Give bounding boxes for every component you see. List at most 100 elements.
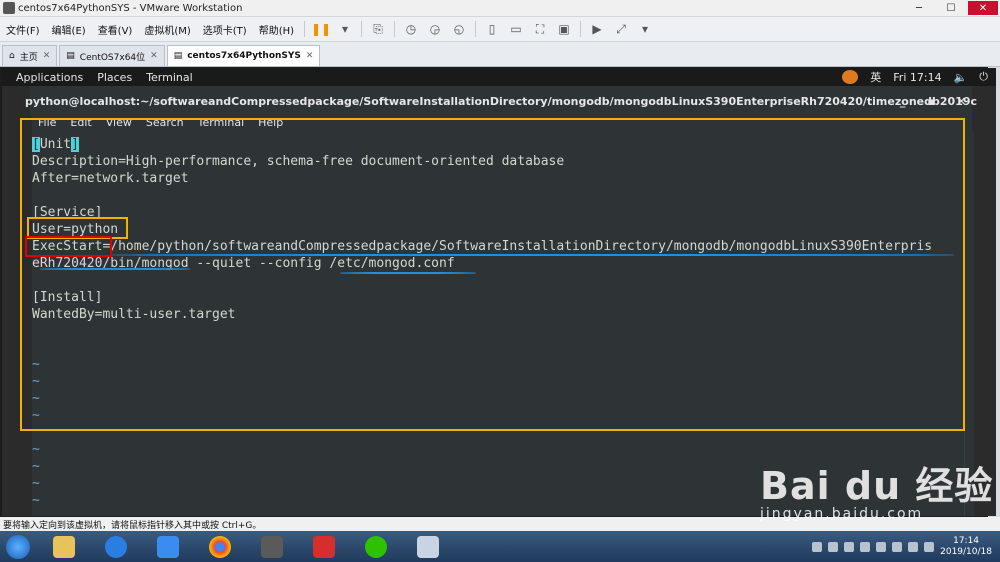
menu-file[interactable]: 文件(F) <box>0 22 46 37</box>
notification-icon[interactable] <box>842 70 859 84</box>
dropdown-icon[interactable]: ▾ <box>636 20 654 38</box>
annotation-yellow-box <box>20 118 965 431</box>
input-method-indicator[interactable]: 英 <box>870 69 881 85</box>
tab-home[interactable]: ⌂ 主页 ✕ <box>2 45 58 66</box>
menu-bar: 文件(F) 编辑(E) 查看(V) 虚拟机(M) 选项卡(T) 帮助(H) ❚❚… <box>0 17 1000 42</box>
taskbar-app-chrome[interactable] <box>196 533 244 561</box>
baidu-watermark: Bai du 经验 jingyan.baidu.com <box>760 455 993 522</box>
folder-icon <box>53 535 75 558</box>
minimize-button[interactable]: _ <box>900 95 906 108</box>
menu-edit[interactable]: 编辑(E) <box>46 22 92 37</box>
tray-icon[interactable] <box>908 541 919 552</box>
chrome-icon <box>209 535 231 558</box>
thumbnail-view-icon[interactable]: ▭ <box>507 20 525 38</box>
toolbar-separator <box>580 21 582 37</box>
unity-icon[interactable]: ▣ <box>555 20 573 38</box>
status-text: 要将输入定向到该虚拟机，请将鼠标指针移入其中或按 Ctrl+G。 <box>3 520 262 531</box>
sidebar-view-icon[interactable]: ▯ <box>483 20 501 38</box>
terminal-window-controls: _ ▪ ✕ <box>900 86 966 116</box>
close-tab-icon[interactable]: ✕ <box>150 51 158 61</box>
stretch-view-icon[interactable]: ⤢ <box>612 20 630 38</box>
tray-icon[interactable] <box>860 541 871 552</box>
notes-icon <box>157 535 179 558</box>
tab-centos7x64pythonsys[interactable]: ▤ centos7x64PythonSYS ✕ <box>166 45 321 66</box>
menu-view[interactable]: 查看(V) <box>92 22 139 37</box>
vm-icon: ▤ <box>173 51 183 61</box>
close-tab-icon[interactable]: ✕ <box>43 51 51 61</box>
vim-empty-line: ~ <box>32 476 40 491</box>
snapshot-manager-icon[interactable]: ◵ <box>450 20 468 38</box>
watermark-brand: Bai du 经验 <box>760 464 994 508</box>
vm-tabs: ⌂ 主页 ✕ ▤ CentOS7x64位 ✕ ▤ centos7x64Pytho… <box>0 42 1000 67</box>
menu-tabs[interactable]: 选项卡(T) <box>197 22 253 37</box>
maximize-button[interactable]: ☐ <box>936 1 966 15</box>
tray-icon[interactable] <box>892 541 903 552</box>
wechat-icon <box>365 535 387 558</box>
terminal-titlebar: python@localhost:~/softwareandCompressed… <box>25 86 977 116</box>
send-keys-icon[interactable]: ⎘ <box>369 20 387 38</box>
console-view-icon[interactable]: ▶ <box>588 20 606 38</box>
clock[interactable]: Fri 17:14 <box>893 71 941 84</box>
pause-icon[interactable]: ❚❚ <box>311 20 331 38</box>
tray-icon[interactable] <box>924 541 935 552</box>
volume-icon[interactable]: 🔈 <box>954 71 968 84</box>
gnome-status-area: 英 Fri 17:14 🔈 ⏻ <box>842 68 988 86</box>
close-button[interactable]: ✕ <box>957 95 966 108</box>
close-tab-icon[interactable]: ✕ <box>306 51 314 61</box>
toolbar-separator <box>475 21 477 37</box>
system-tray: 17:14 2019/10/18 <box>812 531 992 562</box>
annotation-underline <box>40 268 190 270</box>
menu-vm[interactable]: 虚拟机(M) <box>138 22 196 37</box>
media-player-icon <box>105 535 127 558</box>
close-button[interactable]: ✕ <box>968 1 998 15</box>
taskbar-app-paint[interactable] <box>404 533 452 561</box>
taskbar-app-notes[interactable] <box>144 533 192 561</box>
snapshot-icon[interactable]: ◷ <box>402 20 420 38</box>
tab-centos7x64[interactable]: ▤ CentOS7x64位 ✕ <box>59 45 165 66</box>
annotation-red-box <box>25 236 112 257</box>
revert-snapshot-icon[interactable]: ◶ <box>426 20 444 38</box>
terminal-menu[interactable]: Terminal <box>146 71 193 84</box>
taskbar-app-vmware[interactable] <box>248 533 296 561</box>
youdao-icon <box>313 535 335 558</box>
fullscreen-icon[interactable]: ⛶ <box>531 20 549 38</box>
annotation-underline <box>112 254 954 256</box>
tray-icon[interactable] <box>876 541 887 552</box>
window-controls: ─ ☐ ✕ <box>904 1 998 15</box>
tab-label: centos7x64PythonSYS <box>187 51 301 61</box>
annotation-underline <box>340 272 476 274</box>
menu-help[interactable]: 帮助(H) <box>253 22 300 37</box>
vm-icon: ▤ <box>66 51 75 61</box>
minimize-button[interactable]: ─ <box>904 1 934 15</box>
taskbar-time: 17:14 <box>953 535 980 546</box>
vim-empty-line: ~ <box>32 493 40 508</box>
toolbar-separator <box>361 21 363 37</box>
paint-icon <box>417 535 439 558</box>
taskbar-app-wechat[interactable] <box>352 533 400 561</box>
maximize-button[interactable]: ▪ <box>927 95 934 108</box>
applications-menu[interactable]: Applications <box>16 71 83 84</box>
tray-icon[interactable] <box>828 541 839 552</box>
window-title: centos7x64PythonSYS - VMware Workstation <box>18 2 243 14</box>
toolbar-separator <box>304 21 306 37</box>
window-titlebar: centos7x64PythonSYS - VMware Workstation <box>0 0 1000 17</box>
taskbar-app-youdao[interactable] <box>300 533 348 561</box>
taskbar-date: 2019/10/18 <box>940 546 992 557</box>
vim-empty-line: ~ <box>32 459 40 474</box>
home-icon: ⌂ <box>9 51 15 61</box>
start-button[interactable] <box>0 532 36 562</box>
tray-icon[interactable] <box>844 541 855 552</box>
terminal-title: python@localhost:~/softwareandCompressed… <box>25 94 977 108</box>
windows-logo-icon <box>6 534 30 559</box>
places-menu[interactable]: Places <box>97 71 132 84</box>
taskbar-clock[interactable]: 17:14 2019/10/18 <box>940 536 992 558</box>
power-icon[interactable]: ⏻ <box>979 70 988 84</box>
vmware-icon <box>3 2 15 14</box>
tray-icon[interactable] <box>812 541 823 552</box>
toolbar-separator <box>394 21 396 37</box>
dropdown-icon[interactable]: ▾ <box>336 20 354 38</box>
tab-label: CentOS7x64位 <box>79 52 146 63</box>
vim-empty-line: ~ <box>32 442 40 457</box>
taskbar-app-explorer[interactable] <box>40 533 88 561</box>
taskbar-app-media[interactable] <box>92 533 140 561</box>
